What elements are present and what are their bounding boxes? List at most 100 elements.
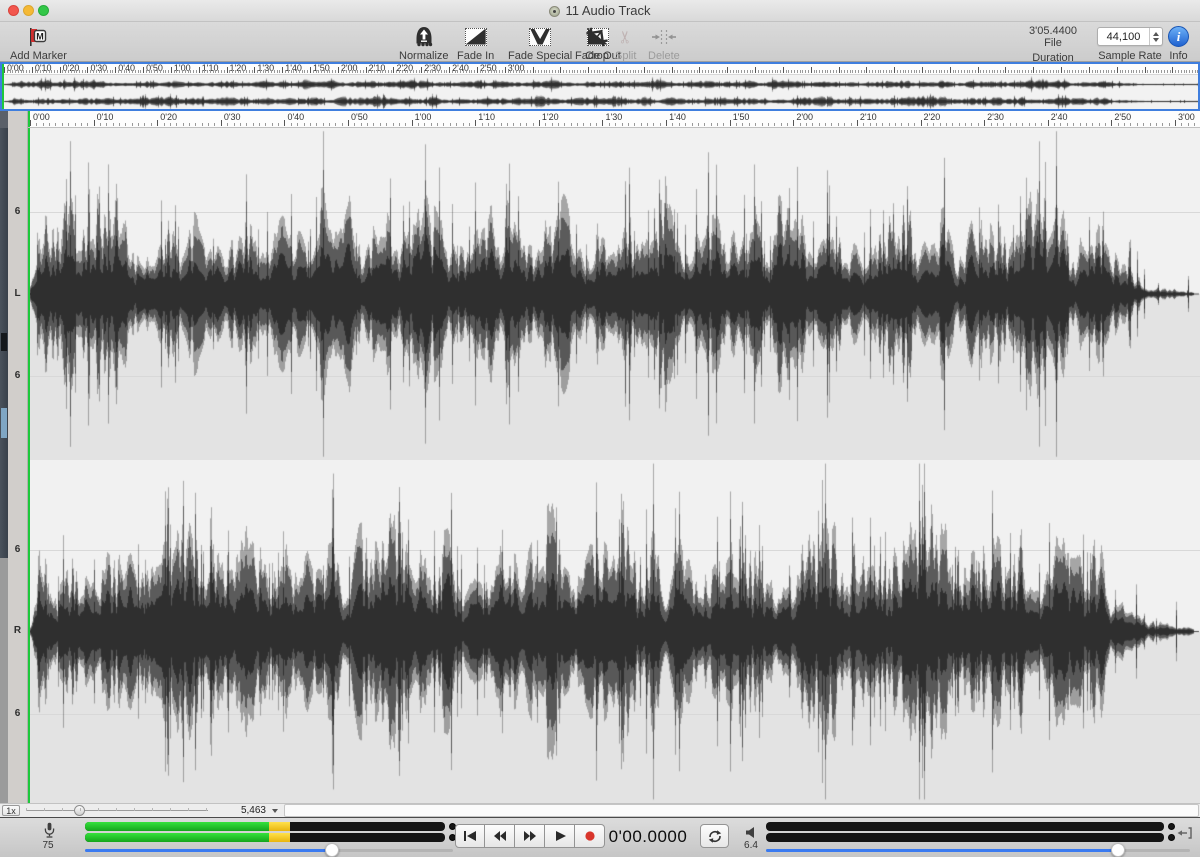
sample-rate-stepper[interactable] [1149,28,1162,45]
right-channel-waveform[interactable] [28,460,1200,803]
minor-tick [1042,70,1043,73]
minor-tick [1000,70,1001,73]
delete-button[interactable]: Delete [648,24,680,62]
major-tick [475,120,476,126]
input-gain-slider-thumb[interactable] [325,843,339,857]
minor-tick [844,123,845,126]
stepper-up-icon[interactable] [1153,32,1159,36]
major-tick [857,120,858,126]
minor-tick [469,70,470,73]
minor-tick [1188,123,1189,126]
minor-tick [1184,70,1185,73]
minor-tick [594,70,595,73]
overview-strip[interactable]: 0'000'100'200'300'400'501'001'101'201'30… [0,62,1200,111]
normalize-button[interactable]: Normalize [399,24,449,62]
minor-tick [916,70,917,73]
minor-tick [880,70,881,73]
minor-tick [391,70,392,73]
minor-tick [213,70,214,73]
minor-tick [93,70,94,73]
minor-tick [346,70,347,73]
rewind-button[interactable] [485,824,515,848]
minor-tick [719,70,720,73]
minor-tick [62,123,63,126]
vertical-scrollbar[interactable] [0,128,8,803]
crop-button[interactable]: Crop [585,24,609,62]
crop-icon [585,24,609,49]
horizontal-scrollbar[interactable] [284,804,1199,817]
stepper-down-icon[interactable] [1153,38,1159,42]
minor-tick [577,70,578,73]
minor-tick [805,70,806,73]
fast-forward-button[interactable] [515,824,545,848]
minor-tick [704,123,705,126]
major-tick [755,67,756,73]
minor-tick [238,70,239,73]
minor-tick [814,70,815,73]
minor-tick [62,70,63,73]
minor-tick [994,70,995,73]
input-gain-slider[interactable] [85,844,453,857]
minor-tick [374,70,375,73]
minor-tick [658,70,659,73]
output-volume-value: 6.4 [736,840,766,851]
major-tick [227,67,228,73]
minor-tick [488,123,489,126]
timeline-tick-label: 0'40 [287,112,304,122]
svg-text:M: M [37,31,45,41]
minor-tick [508,70,509,73]
sample-rate-field[interactable]: 44,100 [1097,27,1163,46]
minor-tick [182,70,183,73]
go-to-start-button[interactable] [455,824,485,848]
play-button[interactable] [545,824,575,848]
minor-tick [914,123,915,126]
minor-tick [265,70,266,73]
info-button[interactable]: i Info [1168,24,1189,62]
vertical-scrollbar-top[interactable] [0,111,8,128]
major-tick [811,67,812,73]
minor-tick [293,70,294,73]
output-volume-slider-thumb[interactable] [1111,843,1125,857]
split-button[interactable]: ✂ Split [615,24,636,62]
minor-tick [144,123,145,126]
minor-tick [1181,123,1182,126]
minor-tick [1041,123,1042,126]
minor-tick [526,123,527,126]
output-clip-indicator-right[interactable] [1168,834,1175,841]
minor-tick [1028,70,1029,73]
zoom-slider[interactable] [26,804,208,817]
fade-special-button[interactable]: Fade Special [508,24,572,62]
minor-tick [90,70,91,73]
minor-tick [385,70,386,73]
fade-in-button[interactable]: Fade In [457,24,494,62]
major-tick [282,67,283,73]
normalize-label: Normalize [399,50,449,62]
minor-tick [110,70,111,73]
left-channel-waveform[interactable] [28,128,1200,460]
minor-tick [1197,70,1198,73]
minor-tick [752,70,753,73]
minor-tick [969,70,970,73]
loop-button[interactable] [700,824,729,848]
minor-tick [1073,123,1074,126]
waveform-editor[interactable]: 6 L 6 6 R 6 [0,128,1200,803]
minor-tick [49,70,50,73]
minor-tick [208,123,209,126]
minor-tick [1060,123,1061,126]
minor-tick [132,123,133,126]
add-marker-button[interactable]: M Add Marker [10,24,67,62]
overview-ruler[interactable]: 0'000'100'200'300'400'501'001'101'201'30… [0,62,1200,75]
samples-dropdown-icon[interactable] [272,809,278,813]
minor-tick [1050,70,1051,73]
major-tick [783,67,784,73]
output-clip-indicator-left[interactable] [1168,823,1175,830]
minor-tick [310,123,311,126]
major-tick [921,120,922,126]
minor-tick [672,123,673,126]
minor-tick [1189,70,1190,73]
output-volume-slider[interactable] [766,844,1190,857]
main-timeline-ruler[interactable]: 0'000'100'200'300'400'501'001'101'201'30… [28,111,1200,128]
minor-tick [469,123,470,126]
minor-tick [288,70,289,73]
collapse-panel-icon[interactable] [1176,826,1192,844]
